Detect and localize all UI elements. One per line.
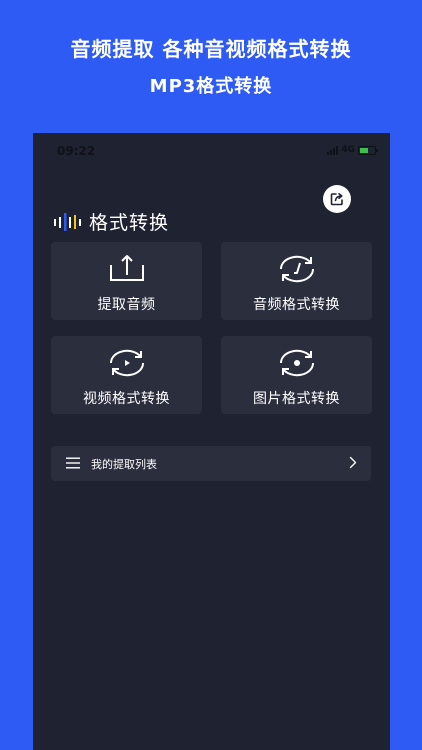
card-label: 提取音频 (97, 297, 156, 313)
audio-convert-icon (279, 255, 314, 283)
phone-screen: 09:22 4G 格式转换 提取音频 音频格式转换 视频格式转换 图片格式转换 … (33, 133, 390, 750)
waveform-logo-icon (54, 213, 81, 231)
card-label: 视频格式转换 (83, 391, 170, 407)
extract-audio-card[interactable]: 提取音频 (51, 242, 202, 320)
share-icon (330, 193, 343, 206)
audio-convert-card[interactable]: 音频格式转换 (221, 242, 372, 320)
video-convert-card[interactable]: 视频格式转换 (51, 336, 202, 414)
menu-icon (66, 457, 80, 469)
promo-headline: 音频提取 各种音视频格式转换 (70, 37, 352, 61)
extract-list-label: 我的提取列表 (91, 458, 157, 471)
video-convert-icon (109, 349, 144, 377)
extract-list-row[interactable]: 我的提取列表 (51, 446, 371, 481)
card-label: 音频格式转换 (253, 297, 340, 313)
image-convert-icon (279, 349, 314, 377)
status-time: 09:22 (57, 144, 96, 158)
battery-icon (358, 145, 378, 155)
promo-subheadline: MP3格式转换 (149, 76, 273, 97)
app-header: 格式转换 (53, 207, 169, 235)
status-indicators: 4G (327, 145, 378, 155)
card-label: 图片格式转换 (253, 391, 340, 407)
app-title: 格式转换 (89, 211, 170, 234)
network-label: 4G (341, 145, 355, 155)
chevron-right-icon (349, 456, 357, 469)
signal-icon (327, 145, 339, 155)
upload-tray-icon (109, 255, 144, 281)
image-convert-card[interactable]: 图片格式转换 (221, 336, 372, 414)
status-bar: 09:22 4G (33, 133, 390, 169)
share-button[interactable] (323, 185, 351, 213)
